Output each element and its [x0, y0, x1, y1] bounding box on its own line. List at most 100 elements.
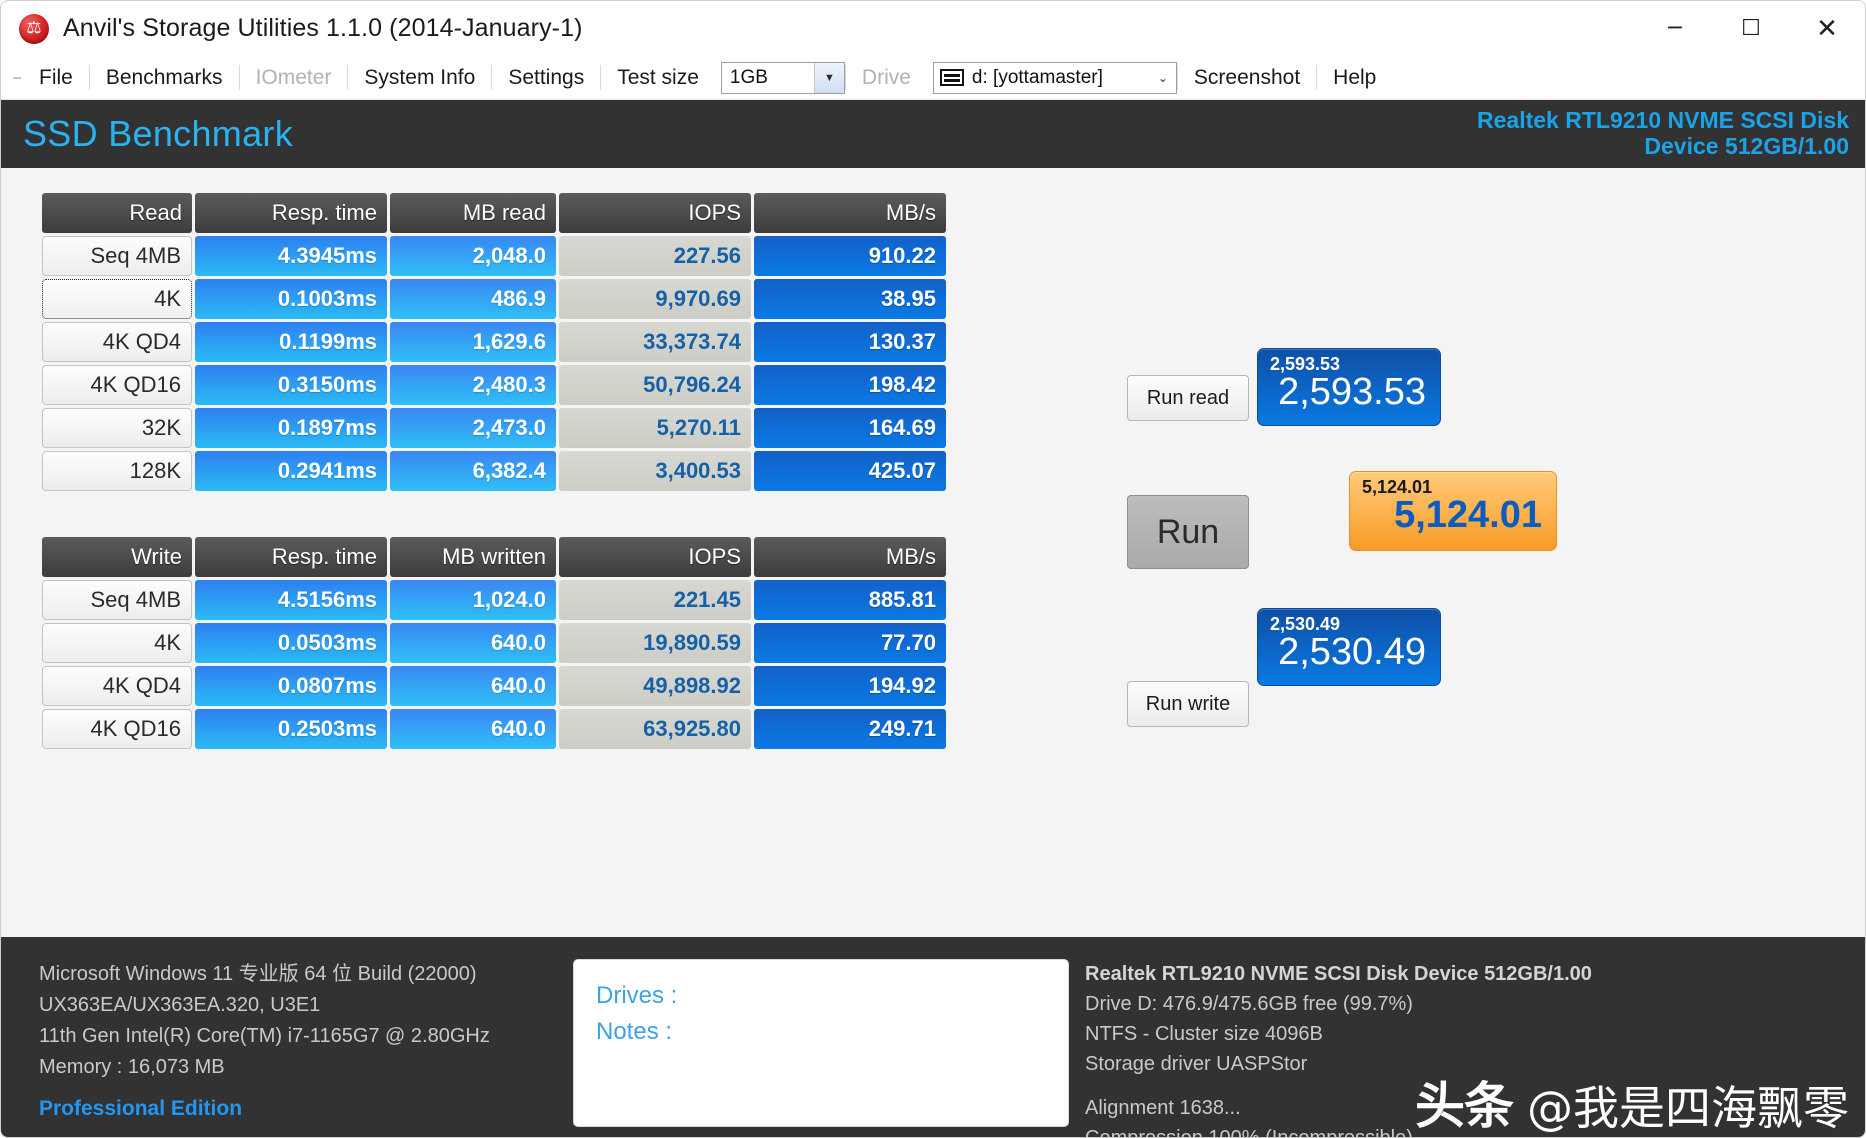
run-read-button[interactable]: Run read	[1127, 375, 1249, 421]
drive-device: Realtek RTL9210 NVME SCSI Disk Device 51…	[1085, 959, 1843, 989]
test-size-select[interactable]: 1GB ▼	[721, 62, 845, 94]
drive-capacity: Drive D: 476.9/475.6GB free (99.7%)	[1085, 989, 1843, 1019]
write-row-resp: 0.2503ms	[195, 709, 387, 749]
drive-info-spacer	[1085, 1079, 1843, 1093]
read-header-read: Read	[42, 193, 192, 233]
window-controls: ─ ☐ ✕	[1637, 1, 1865, 56]
read-row-label[interactable]: 4K	[42, 279, 192, 319]
table-row[interactable]: 4K 0.1003ms 486.9 9,970.69 38.95	[42, 279, 946, 319]
write-score-value: 2,530.49	[1270, 633, 1426, 673]
benchmark-body: Read Resp. time MB read IOPS MB/s Seq 4M…	[1, 168, 1865, 937]
write-row-mbs: 249.71	[754, 709, 946, 749]
read-row-resp: 0.1897ms	[195, 408, 387, 448]
read-row-mbs: 425.07	[754, 451, 946, 491]
menu-item-file[interactable]: File	[23, 56, 89, 99]
results-tables: Read Resp. time MB read IOPS MB/s Seq 4M…	[1, 168, 949, 937]
read-row-resp: 0.1003ms	[195, 279, 387, 319]
read-row-mb: 2,048.0	[390, 236, 556, 276]
drive-select[interactable]: d: [yottamaster] ⌄	[933, 62, 1177, 94]
table-row[interactable]: 4K QD16 0.3150ms 2,480.3 50,796.24 198.4…	[42, 365, 946, 405]
table-row[interactable]: Seq 4MB 4.5156ms 1,024.0 221.45 885.81	[42, 580, 946, 620]
write-row-label[interactable]: 4K QD4	[42, 666, 192, 706]
read-header-resp: Resp. time	[195, 193, 387, 233]
notes-panel[interactable]: Drives : Notes :	[573, 959, 1069, 1127]
menu-item-screenshot[interactable]: Screenshot	[1178, 56, 1316, 99]
table-row[interactable]: 4K QD16 0.2503ms 640.0 63,925.80 249.71	[42, 709, 946, 749]
read-header-mbs: MB/s	[754, 193, 946, 233]
write-row-mb: 1,024.0	[390, 580, 556, 620]
write-row-iops: 63,925.80	[559, 709, 751, 749]
read-row-iops: 9,970.69	[559, 279, 751, 319]
total-score-value: 5,124.01	[1362, 496, 1542, 536]
read-row-label[interactable]: 32K	[42, 408, 192, 448]
menu-item-settings[interactable]: Settings	[492, 56, 600, 99]
menu-item-help[interactable]: Help	[1317, 56, 1392, 99]
read-row-iops: 5,270.11	[559, 408, 751, 448]
read-header-row: Read Resp. time MB read IOPS MB/s	[42, 193, 946, 233]
table-row[interactable]: 4K QD4 0.0807ms 640.0 49,898.92 194.92	[42, 666, 946, 706]
device-header: Realtek RTL9210 NVME SCSI Disk Device 51…	[1477, 108, 1849, 160]
close-button[interactable]: ✕	[1789, 1, 1865, 56]
system-os: Microsoft Windows 11 专业版 64 位 Build (220…	[39, 959, 559, 990]
write-row-iops: 221.45	[559, 580, 751, 620]
write-row-label[interactable]: 4K QD16	[42, 709, 192, 749]
system-info-panel: Microsoft Windows 11 专业版 64 位 Build (220…	[39, 959, 559, 1127]
table-row[interactable]: 128K 0.2941ms 6,382.4 3,400.53 425.07	[42, 451, 946, 491]
read-row-label[interactable]: 4K QD4	[42, 322, 192, 362]
write-row-mbs: 885.81	[754, 580, 946, 620]
chevron-down-icon[interactable]: ▼	[814, 63, 844, 93]
read-row-resp: 0.2941ms	[195, 451, 387, 491]
read-row-resp: 4.3945ms	[195, 236, 387, 276]
table-row[interactable]: 4K QD4 0.1199ms 1,629.6 33,373.74 130.37	[42, 322, 946, 362]
table-row[interactable]: 4K 0.0503ms 640.0 19,890.59 77.70	[42, 623, 946, 663]
write-row-mb: 640.0	[390, 623, 556, 663]
write-row-resp: 0.0807ms	[195, 666, 387, 706]
maximize-button[interactable]: ☐	[1713, 1, 1789, 56]
read-header-iops: IOPS	[559, 193, 751, 233]
drive-label: Drive	[846, 56, 927, 99]
write-row-label[interactable]: Seq 4MB	[42, 580, 192, 620]
total-score-box: 5,124.01 5,124.01	[1349, 471, 1557, 551]
device-header-line1: Realtek RTL9210 NVME SCSI Disk	[1477, 108, 1849, 134]
read-row-mbs: 38.95	[754, 279, 946, 319]
read-row-mb: 2,480.3	[390, 365, 556, 405]
read-row-iops: 227.56	[559, 236, 751, 276]
drive-alignment: Alignment 1638...	[1085, 1093, 1843, 1123]
menu-bar: File Benchmarks IOmeter System Info Sett…	[1, 56, 1865, 100]
write-row-label[interactable]: 4K	[42, 623, 192, 663]
drive-filesystem: NTFS - Cluster size 4096B	[1085, 1019, 1843, 1049]
write-header-mbwritten: MB written	[390, 537, 556, 577]
read-header-mbread: MB read	[390, 193, 556, 233]
drive-icon	[940, 69, 964, 86]
toolbar-grip	[11, 56, 23, 99]
write-row-mb: 640.0	[390, 666, 556, 706]
drive-driver: Storage driver UASPStor	[1085, 1049, 1843, 1079]
system-memory: Memory : 16,073 MB	[39, 1052, 559, 1083]
menu-item-system-info[interactable]: System Info	[348, 56, 491, 99]
table-row[interactable]: 32K 0.1897ms 2,473.0 5,270.11 164.69	[42, 408, 946, 448]
controls-panel: Run read Run Run write 2,593.53 2,593.53…	[949, 168, 1865, 937]
chevron-down-icon[interactable]: ⌄	[1158, 71, 1168, 85]
write-row-mbs: 194.92	[754, 666, 946, 706]
write-header-mbs: MB/s	[754, 537, 946, 577]
status-footer: Microsoft Windows 11 专业版 64 位 Build (220…	[1, 937, 1865, 1137]
read-row-label[interactable]: 4K QD16	[42, 365, 192, 405]
run-write-button[interactable]: Run write	[1127, 681, 1249, 727]
write-row-resp: 4.5156ms	[195, 580, 387, 620]
read-row-mbs: 910.22	[754, 236, 946, 276]
read-row-iops: 3,400.53	[559, 451, 751, 491]
read-row-label[interactable]: Seq 4MB	[42, 236, 192, 276]
write-row-mb: 640.0	[390, 709, 556, 749]
notes-label: Notes :	[596, 1014, 1050, 1050]
minimize-button[interactable]: ─	[1637, 1, 1713, 56]
read-row-label[interactable]: 128K	[42, 451, 192, 491]
write-row-iops: 19,890.59	[559, 623, 751, 663]
run-button[interactable]: Run	[1127, 495, 1249, 569]
read-row-resp: 0.3150ms	[195, 365, 387, 405]
write-score-box: 2,530.49 2,530.49	[1257, 608, 1441, 686]
table-row[interactable]: Seq 4MB 4.3945ms 2,048.0 227.56 910.22	[42, 236, 946, 276]
read-score-value: 2,593.53	[1270, 373, 1426, 413]
system-cpu: 11th Gen Intel(R) Core(TM) i7-1165G7 @ 2…	[39, 1021, 559, 1052]
menu-item-benchmarks[interactable]: Benchmarks	[90, 56, 239, 99]
read-row-mb: 6,382.4	[390, 451, 556, 491]
